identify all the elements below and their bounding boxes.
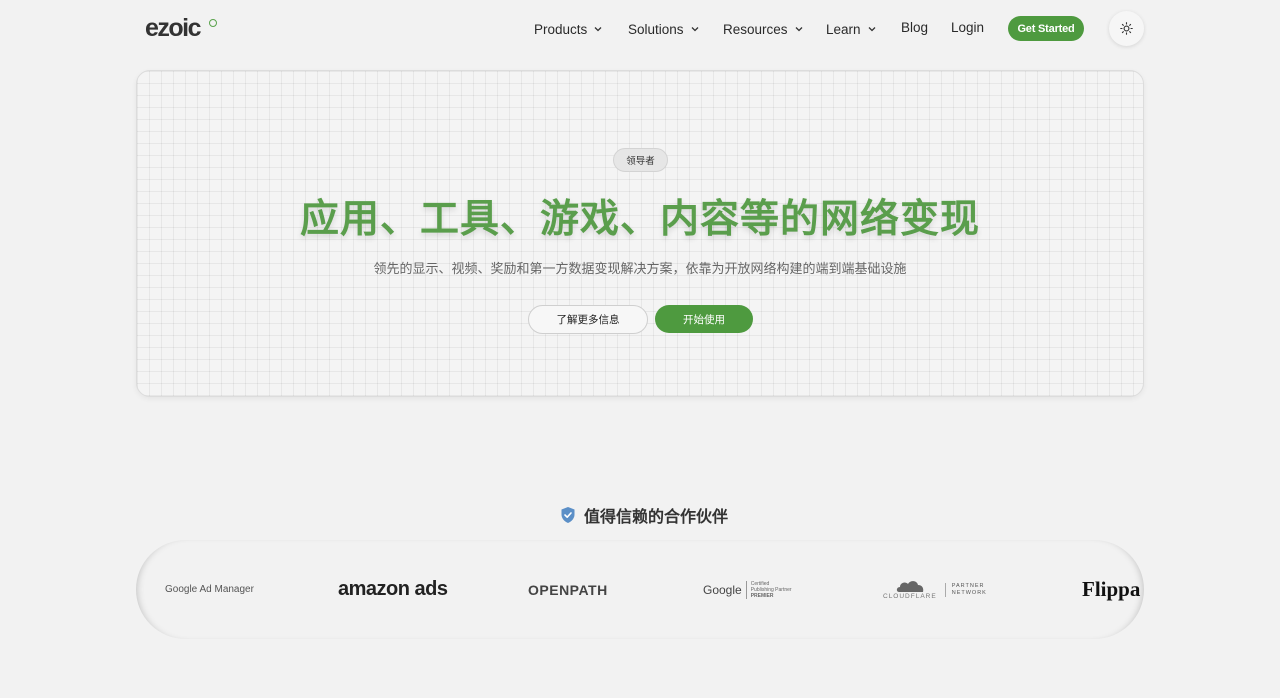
leader-badge: 领导者 [613, 148, 668, 172]
partner-network-line1: PARTNER [951, 582, 985, 589]
cloudflare-partner-logo: CLOUDFLARE PARTNER NETWORK [883, 540, 987, 639]
amazon-ads-logo: amazon ads [338, 540, 448, 639]
nav-login-link[interactable]: Login [951, 20, 984, 35]
partner-network-line2: NETWORK [951, 589, 987, 596]
logo-divider [745, 580, 747, 599]
partner-network-text: PARTNER NETWORK [944, 582, 987, 597]
google-wordmark: Google [703, 582, 742, 597]
flippa-logo: Flippa [1082, 577, 1141, 601]
nav-resources-label: Resources [723, 21, 788, 37]
chevron-down-icon [868, 27, 875, 32]
chevron-down-icon [795, 27, 802, 32]
google-ad-manager-logo: Google Ad Manager [165, 584, 254, 595]
shield-check-icon [561, 507, 575, 523]
logo-registered-mark [209, 19, 217, 27]
learn-more-button[interactable]: 了解更多信息 [528, 305, 648, 334]
get-started-button[interactable]: Get Started [1008, 16, 1084, 41]
nav-products-label: Products [534, 21, 588, 37]
nav-solutions[interactable]: Solutions [628, 22, 700, 37]
google-badge-text: Certified Publishing Partner PREMIER [751, 581, 792, 599]
chevron-down-icon [594, 27, 602, 32]
cloudflare-mark: CLOUDFLARE [883, 579, 937, 600]
nav-products[interactable]: Products [534, 22, 603, 37]
hero-title: 应用、工具、游戏、内容等的网络变现 [299, 197, 980, 242]
nav-learn-label: Learn [826, 21, 861, 37]
top-navigation: ezoic Products Solutions Resources Learn… [0, 0, 1280, 58]
partners-heading-text: 值得信赖的合作伙伴 [583, 507, 728, 526]
google-certified-partner-logo: Google Certified Publishing Partner PREM… [703, 540, 792, 639]
partner-logo-carousel: Google Ad Manager amazon ads OPENPATH Go… [136, 540, 1144, 639]
nav-solutions-label: Solutions [628, 21, 684, 37]
theme-toggle-button[interactable] [1109, 11, 1144, 46]
amazon-ads-text: amazon ads [338, 578, 448, 600]
chevron-down-icon [691, 27, 699, 32]
sun-icon [1120, 22, 1133, 35]
hero-section: 领导者 应用、工具、游戏、内容等的网络变现 领先的显示、视频、奖励和第一方数据变… [136, 70, 1144, 397]
nav-learn[interactable]: Learn [826, 22, 877, 37]
partners-heading: 值得信赖的合作伙伴 [0, 503, 1280, 527]
openpath-logo: OPENPATH [528, 581, 608, 598]
ezoic-logo[interactable]: ezoic [145, 14, 202, 42]
nav-resources[interactable]: Resources [723, 22, 804, 37]
google-badge-line3: PREMIER [750, 592, 774, 599]
cloudflare-text: CLOUDFLARE [883, 593, 937, 600]
cloud-icon [896, 581, 924, 592]
hero-subtitle: 领先的显示、视频、奖励和第一方数据变现解决方案，依靠为开放网络构建的端到端基础设… [373, 262, 907, 277]
nav-blog-link[interactable]: Blog [901, 20, 928, 35]
start-button[interactable]: 开始使用 [655, 305, 753, 333]
